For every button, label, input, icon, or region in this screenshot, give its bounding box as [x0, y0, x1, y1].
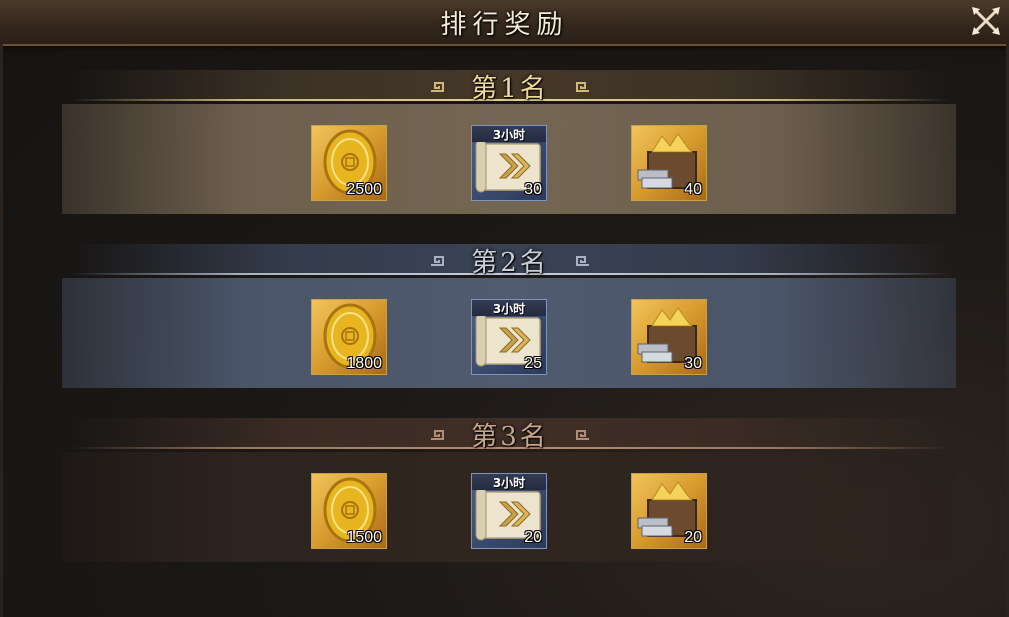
item-count: 25: [524, 355, 542, 372]
duration-tag: 3小时: [472, 300, 546, 316]
reward-row-3: 1500 3小时 20 20: [62, 452, 956, 562]
ornament-icon: [576, 256, 589, 266]
item-count: 40: [684, 181, 702, 198]
item-count: 20: [684, 529, 702, 546]
rank-label: 第2名: [471, 248, 549, 278]
reward-slot[interactable]: 30: [631, 299, 707, 375]
close-button[interactable]: [969, 4, 1003, 38]
item-count: 30: [524, 181, 542, 198]
rank-header-2: 第2名: [70, 244, 950, 278]
rank-header-3: 第3名: [70, 418, 950, 452]
duration-tag: 3小时: [472, 474, 546, 490]
reward-slot[interactable]: 20: [631, 473, 707, 549]
item-count: 1500: [346, 529, 382, 546]
reward-row-1: 2500 3小时 30 40: [62, 104, 956, 214]
ornament-icon: [576, 430, 589, 440]
reward-slot[interactable]: 40: [631, 125, 707, 201]
duration-tag: 3小时: [472, 126, 546, 142]
reward-slot[interactable]: 3小时 20: [471, 473, 547, 549]
reward-slot[interactable]: 3小时 30: [471, 125, 547, 201]
rank-header-1: 第1名: [70, 70, 950, 104]
close-icon: [972, 7, 1000, 35]
frame-left: [0, 44, 3, 617]
item-count: 20: [524, 529, 542, 546]
item-count: 1800: [346, 355, 382, 372]
ornament-icon: [576, 82, 589, 92]
title-bar: 排行奖励: [0, 0, 1009, 46]
dialog-title: 排行奖励: [440, 10, 569, 40]
item-count: 30: [684, 355, 702, 372]
item-count: 2500: [346, 181, 382, 198]
reward-row-2: 1800 3小时 25 30: [62, 278, 956, 388]
reward-slot[interactable]: 2500: [311, 125, 387, 201]
reward-slot[interactable]: 1500: [311, 473, 387, 549]
reward-slot[interactable]: 1800: [311, 299, 387, 375]
rank-label: 第1名: [471, 74, 549, 104]
rank-label: 第3名: [471, 422, 549, 452]
reward-slot[interactable]: 3小时 25: [471, 299, 547, 375]
